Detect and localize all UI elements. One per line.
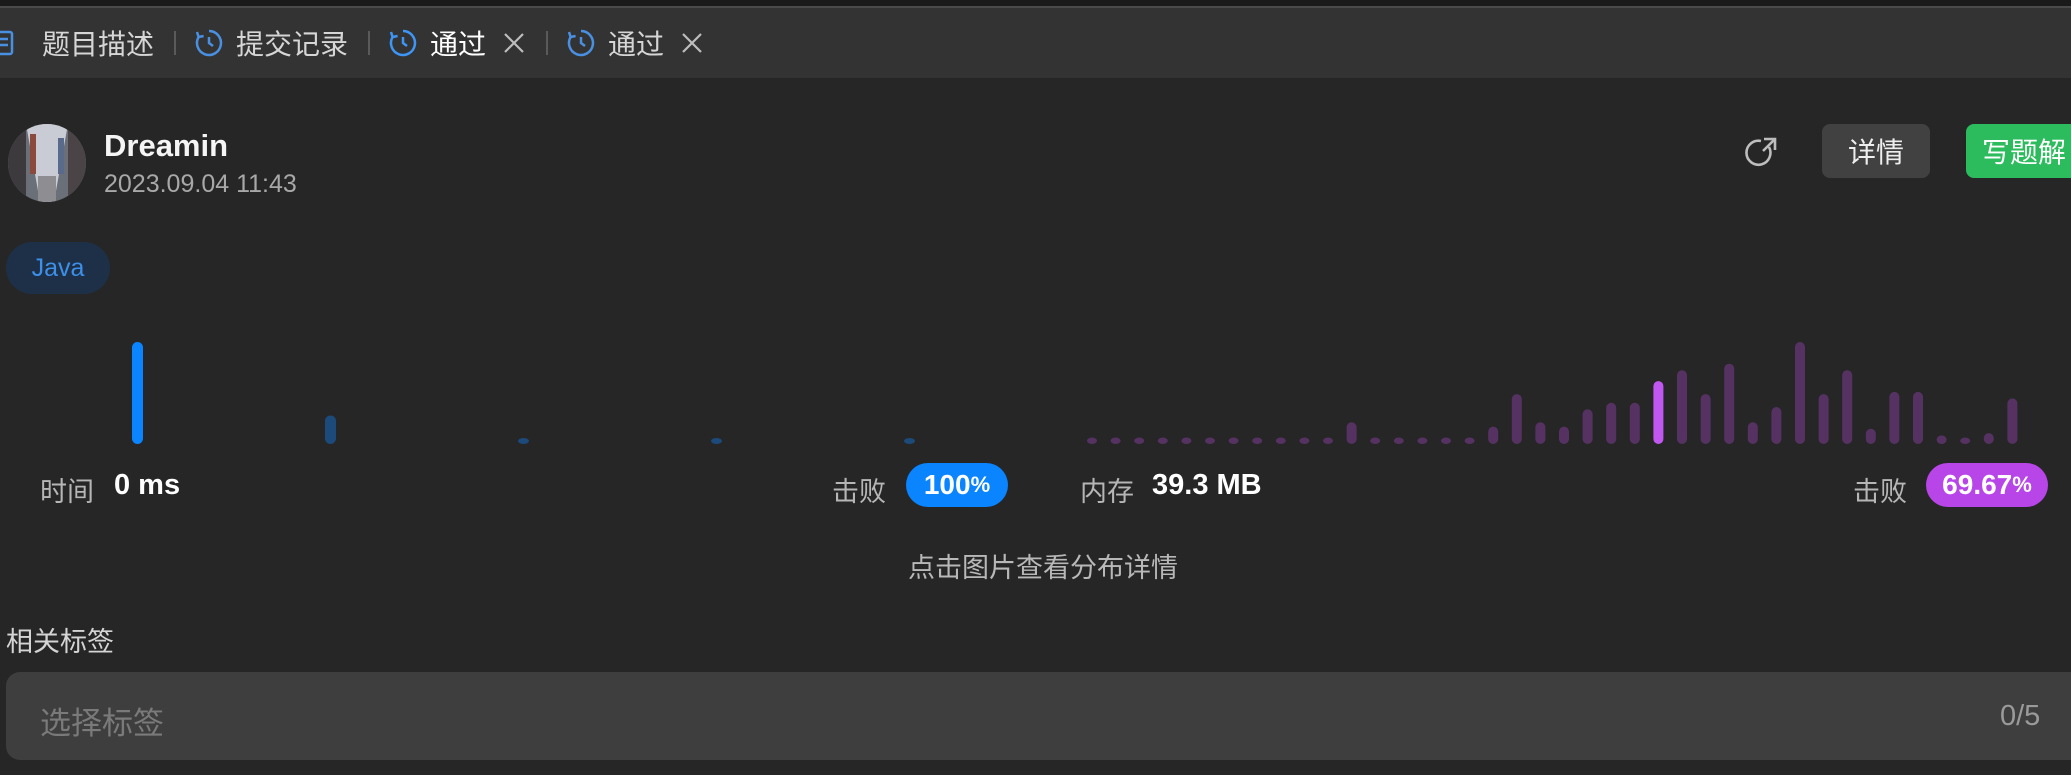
close-icon[interactable] (680, 31, 704, 55)
chart-bar (1205, 437, 1215, 444)
chart-bar (1370, 437, 1381, 444)
chart-bar (2007, 398, 2018, 444)
tag-placeholder: 选择标签 (40, 706, 164, 741)
chart-bar (1960, 437, 1971, 444)
tab-label: 题目描述 (42, 29, 155, 60)
tab-description[interactable]: 题目描述 (0, 8, 164, 78)
document-icon (0, 28, 30, 58)
tab-label: 提交记录 (236, 29, 349, 60)
history-icon (194, 28, 224, 58)
chart-bar (1913, 391, 1923, 444)
chart-bar (325, 415, 336, 444)
chart-bar (1181, 437, 1192, 444)
tab-accepted[interactable]: 通过 (566, 8, 714, 78)
chart-bar (1299, 437, 1310, 444)
tab-divider (546, 31, 549, 55)
runtime-beats-badge: 100% (906, 463, 1008, 507)
chart-bar (1747, 422, 1758, 444)
chart-bar (1677, 370, 1687, 444)
runtime-beats-unit: % (970, 472, 991, 497)
chart-bar (518, 438, 529, 444)
chart-bar (1110, 437, 1121, 444)
tab-label: 通过 (608, 29, 665, 60)
chart-bar (1417, 437, 1428, 444)
avatar[interactable] (8, 124, 86, 202)
chart-bar (1535, 422, 1546, 444)
runtime-label: 时间 (40, 477, 94, 507)
tag-select-input[interactable]: 选择标签 0/5 (6, 672, 2071, 760)
chart-bar (1134, 437, 1145, 444)
distribution-hint[interactable]: 点击图片查看分布详情 (908, 546, 1178, 585)
chart-bar (1441, 437, 1451, 444)
history-icon (388, 28, 418, 58)
related-tags-title: 相关标签 (6, 627, 114, 657)
chart-bar-current (1653, 381, 1664, 444)
chart-bar-current (132, 342, 143, 444)
chart-bar (1629, 402, 1640, 444)
memory-beats-unit: % (2012, 472, 2032, 497)
chart-bar (904, 438, 915, 444)
chart-bar (1700, 394, 1711, 444)
chart-bar (1252, 437, 1263, 444)
username[interactable]: Dreamin (104, 128, 228, 164)
tab-label: 通过 (430, 29, 487, 60)
chart-bar (1582, 409, 1593, 444)
share-icon[interactable] (1744, 136, 1778, 170)
detail-button[interactable]: 详情 (1822, 124, 1930, 178)
chart-bar (1889, 391, 1900, 444)
close-icon[interactable] (502, 31, 526, 55)
memory-beats-value: 69.67 (1942, 469, 2013, 500)
chart-bar (1818, 394, 1829, 444)
chart-bar (1936, 435, 1947, 444)
chart-bar (1983, 433, 1994, 444)
tab-divider (368, 31, 371, 55)
chart-bar (1228, 437, 1239, 444)
runtime-distribution-chart[interactable] (0, 330, 1060, 446)
memory-beats-label: 击败 (1853, 477, 1907, 507)
memory-value: 39.3 MB (1152, 469, 1262, 501)
tab-divider (174, 31, 177, 55)
chart-bar (1488, 426, 1499, 444)
chart-bar (1842, 370, 1853, 444)
runtime-beats-value: 100 (923, 469, 971, 500)
window-top-edge (0, 0, 2071, 8)
memory-label: 内存 (1080, 477, 1134, 507)
chart-bar (1393, 437, 1404, 444)
chart-bar (1157, 437, 1168, 444)
chart-bar (711, 438, 722, 444)
chart-bar (1865, 428, 1876, 444)
chart-bar (1087, 437, 1097, 444)
language-badge: Java (6, 242, 110, 294)
chart-bar (1464, 437, 1475, 444)
runtime-value: 0 ms (114, 469, 181, 501)
submission-datetime: 2023.09.04 11:43 (104, 170, 297, 198)
runtime-beats-label: 击败 (832, 477, 886, 507)
chart-bar (1559, 426, 1569, 444)
chart-bar (1346, 422, 1357, 444)
history-icon (566, 28, 596, 58)
chart-bar (1724, 363, 1735, 444)
memory-beats-badge: 69.67% (1926, 463, 2048, 507)
tag-count: 0/5 (2000, 700, 2041, 732)
chart-bar (1275, 437, 1286, 444)
chart-bar (1323, 437, 1333, 444)
tab-accepted-active[interactable]: 通过 (388, 8, 536, 78)
chart-bar (1511, 394, 1522, 444)
write-solution-button[interactable]: 写题解 (1966, 124, 2071, 178)
chart-bar (1606, 402, 1617, 444)
chart-bar (1795, 342, 1805, 444)
tab-submissions[interactable]: 提交记录 (194, 8, 358, 78)
memory-distribution-chart[interactable] (1060, 330, 2071, 446)
chart-bar (1771, 407, 1782, 444)
tab-bar: 题目描述 提交记录 通过 通过 (0, 8, 2071, 78)
